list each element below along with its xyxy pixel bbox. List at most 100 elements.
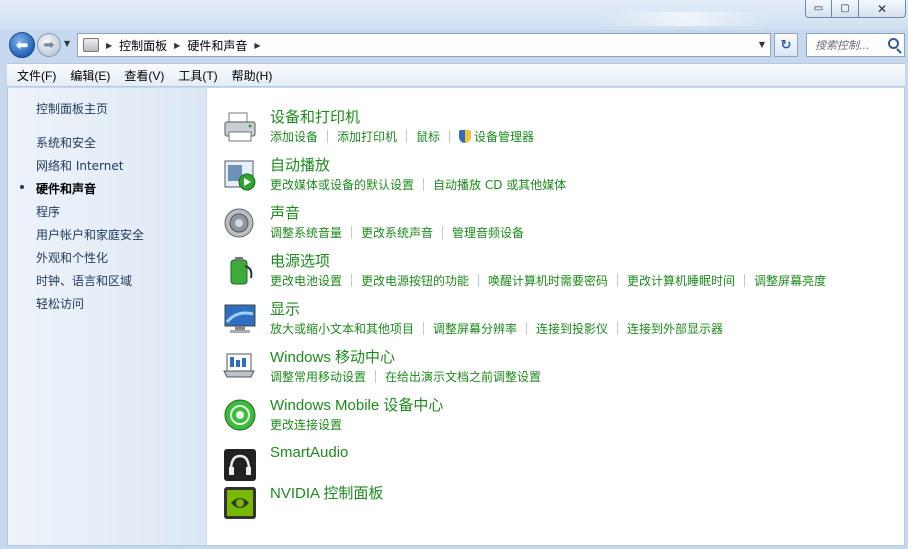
sidebar-item-network[interactable]: 网络和 Internet bbox=[36, 157, 123, 174]
mobile-device-center-icon[interactable] bbox=[223, 398, 257, 432]
link-presentation-settings[interactable]: 在给出演示文档之前调整设置 bbox=[385, 368, 541, 385]
link-battery-settings[interactable]: 更改电池设置 bbox=[270, 272, 342, 289]
link-brightness[interactable]: 调整屏幕亮度 bbox=[754, 272, 826, 289]
breadcrumb-arrow-icon[interactable]: ▶ bbox=[254, 41, 260, 50]
link-power-buttons[interactable]: 更改电源按钮的功能 bbox=[361, 272, 469, 289]
headphones-icon[interactable] bbox=[223, 448, 257, 482]
window-controls: ▭ ▢ ✕ bbox=[805, 0, 906, 18]
link-separator bbox=[423, 322, 425, 335]
link-separator bbox=[351, 226, 353, 239]
breadcrumb-hardware-sound[interactable]: 硬件和声音 bbox=[187, 37, 247, 54]
category-title[interactable]: Windows 移动中心 bbox=[270, 346, 395, 367]
link-media-defaults[interactable]: 更改媒体或设备的默认设置 bbox=[270, 176, 414, 193]
breadcrumb-arrow-icon[interactable]: ▶ bbox=[106, 41, 112, 50]
back-button[interactable]: ⬅ bbox=[9, 32, 35, 58]
menu-file[interactable]: 文件(F) bbox=[10, 67, 63, 84]
link-adjust-volume[interactable]: 调整系统音量 bbox=[270, 224, 342, 241]
category-links: 更改媒体或设备的默认设置 自动播放 CD 或其他媒体 bbox=[270, 176, 566, 193]
link-change-sounds[interactable]: 更改系统声音 bbox=[361, 224, 433, 241]
category-links: 调整常用移动设置 在给出演示文档之前调整设置 bbox=[270, 368, 541, 385]
link-separator bbox=[423, 178, 425, 191]
address-bar[interactable]: ▶ 控制面板 ▶ 硬件和声音 ▶ ▼ bbox=[77, 33, 771, 57]
link-text-size[interactable]: 放大或缩小文本和其他项目 bbox=[270, 320, 414, 337]
menu-edit[interactable]: 编辑(E) bbox=[63, 67, 117, 84]
category-title[interactable]: 电源选项 bbox=[270, 250, 330, 271]
sidebar-item-clock-region[interactable]: 时钟、语言和区域 bbox=[36, 272, 132, 289]
link-manage-audio[interactable]: 管理音频设备 bbox=[452, 224, 524, 241]
autoplay-icon[interactable] bbox=[223, 158, 257, 192]
link-resolution[interactable]: 调整屏幕分辨率 bbox=[433, 320, 517, 337]
link-connection-settings[interactable]: 更改连接设置 bbox=[270, 416, 342, 433]
power-icon[interactable] bbox=[223, 254, 257, 288]
link-external-display[interactable]: 连接到外部显示器 bbox=[627, 320, 723, 337]
link-separator bbox=[375, 370, 377, 383]
menu-help[interactable]: 帮助(H) bbox=[225, 67, 280, 84]
link-sleep-time[interactable]: 更改计算机睡眠时间 bbox=[627, 272, 735, 289]
category-links: 添加设备 添加打印机 鼠标 设备管理器 bbox=[270, 128, 534, 145]
menu-tools[interactable]: 工具(T) bbox=[171, 67, 224, 84]
category-links: 放大或缩小文本和其他项目 调整屏幕分辨率 连接到投影仪 连接到外部显示器 bbox=[270, 320, 723, 337]
category-title[interactable]: NVIDIA 控制面板 bbox=[270, 482, 383, 503]
breadcrumb-arrow-icon[interactable]: ▶ bbox=[174, 41, 180, 50]
link-separator bbox=[617, 322, 619, 335]
category-links: 更改连接设置 bbox=[270, 416, 342, 433]
category-title[interactable]: 设备和打印机 bbox=[270, 106, 360, 127]
sidebar-item-user-accounts[interactable]: 用户帐户和家庭安全 bbox=[36, 226, 144, 243]
minimize-button[interactable]: ▭ bbox=[805, 0, 832, 18]
category-title[interactable]: 显示 bbox=[270, 298, 300, 319]
refresh-button[interactable]: ↻ bbox=[774, 33, 798, 57]
search-box[interactable] bbox=[806, 33, 905, 57]
address-dropdown-icon[interactable]: ▼ bbox=[759, 40, 765, 49]
title-bar: ▭ ▢ ✕ bbox=[0, 0, 908, 30]
maximize-button[interactable]: ▢ bbox=[832, 0, 859, 18]
sidebar-item-ease-of-access[interactable]: 轻松访问 bbox=[36, 295, 84, 312]
sidebar-item-system-security[interactable]: 系统和安全 bbox=[36, 134, 96, 151]
menu-view[interactable]: 查看(V) bbox=[117, 67, 171, 84]
link-add-device[interactable]: 添加设备 bbox=[270, 128, 318, 145]
link-separator bbox=[526, 322, 528, 335]
sidebar-item-appearance[interactable]: 外观和个性化 bbox=[36, 249, 108, 266]
link-separator bbox=[406, 130, 408, 143]
search-input[interactable] bbox=[815, 38, 883, 52]
mobility-center-icon[interactable] bbox=[223, 350, 257, 384]
sidebar: 控制面板主页 系统和安全 网络和 Internet 硬件和声音 程序 用户帐户和… bbox=[8, 88, 207, 545]
link-separator bbox=[617, 274, 619, 287]
history-dropdown-icon[interactable]: ▼ bbox=[64, 39, 70, 48]
forward-button[interactable]: ➡ bbox=[37, 33, 61, 57]
category-links: 更改电池设置 更改电源按钮的功能 唤醒计算机时需要密码 更改计算机睡眠时间 调整… bbox=[270, 272, 826, 289]
link-separator bbox=[327, 130, 329, 143]
link-mouse[interactable]: 鼠标 bbox=[416, 128, 440, 145]
breadcrumb-control-panel[interactable]: 控制面板 bbox=[119, 37, 167, 54]
link-separator bbox=[351, 274, 353, 287]
uac-shield-icon bbox=[459, 130, 472, 143]
link-add-printer[interactable]: 添加打印机 bbox=[337, 128, 397, 145]
printer-icon[interactable] bbox=[223, 110, 257, 144]
search-icon[interactable] bbox=[888, 38, 899, 49]
link-separator bbox=[442, 226, 444, 239]
sidebar-item-hardware-sound: 硬件和声音 bbox=[36, 182, 97, 196]
display-icon[interactable] bbox=[223, 302, 257, 336]
category-title[interactable]: 声音 bbox=[270, 202, 300, 223]
link-separator bbox=[744, 274, 746, 287]
main-panel: 设备和打印机 添加设备 添加打印机 鼠标 设备管理器 自动播放 更改媒体或设备的… bbox=[207, 88, 904, 545]
category-title[interactable]: Windows Mobile 设备中心 bbox=[270, 394, 443, 415]
menu-bar: 文件(F) 编辑(E) 查看(V) 工具(T) 帮助(H) bbox=[7, 63, 905, 87]
current-item-bullet bbox=[20, 185, 24, 189]
sidebar-item-home[interactable]: 控制面板主页 bbox=[36, 100, 108, 117]
speaker-icon[interactable] bbox=[223, 206, 257, 240]
close-button[interactable]: ✕ bbox=[859, 0, 906, 18]
nvidia-icon[interactable] bbox=[223, 486, 257, 520]
category-title[interactable]: 自动播放 bbox=[270, 154, 330, 175]
content-area: 控制面板主页 系统和安全 网络和 Internet 硬件和声音 程序 用户帐户和… bbox=[7, 88, 905, 546]
link-wake-password[interactable]: 唤醒计算机时需要密码 bbox=[488, 272, 608, 289]
category-links: 调整系统音量 更改系统声音 管理音频设备 bbox=[270, 224, 524, 241]
link-separator bbox=[449, 130, 451, 143]
link-separator bbox=[478, 274, 480, 287]
control-panel-icon bbox=[83, 38, 99, 52]
sidebar-item-programs[interactable]: 程序 bbox=[36, 203, 60, 220]
link-mobility-settings[interactable]: 调整常用移动设置 bbox=[270, 368, 366, 385]
link-device-manager[interactable]: 设备管理器 bbox=[474, 128, 534, 145]
category-title[interactable]: SmartAudio bbox=[270, 444, 348, 461]
link-projector[interactable]: 连接到投影仪 bbox=[536, 320, 608, 337]
link-autoplay-cd[interactable]: 自动播放 CD 或其他媒体 bbox=[433, 176, 566, 193]
